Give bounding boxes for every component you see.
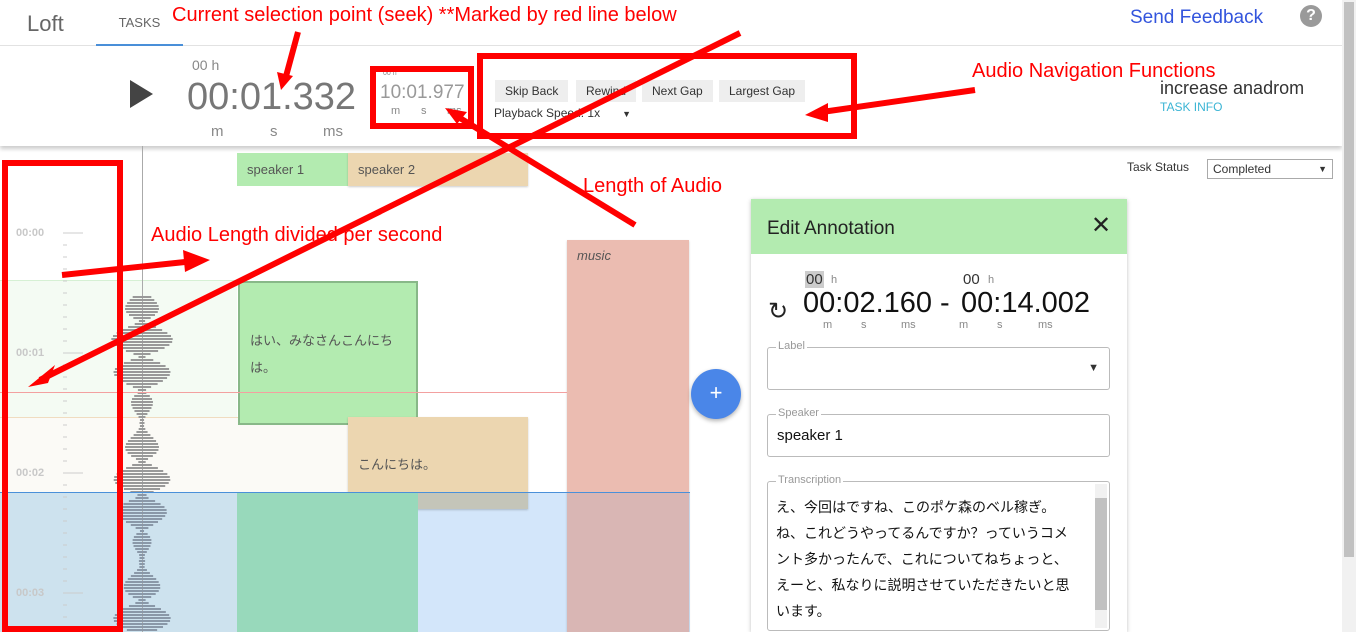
annotation-nav: Audio Navigation Functions [972, 60, 1216, 82]
annotation-arrow [282, 31, 301, 81]
annotation-seek: Current selection point (seek) **Marked … [172, 4, 677, 26]
annotation-arrow [61, 259, 186, 278]
annotation-arrow [38, 30, 742, 383]
annotation-per-second: Audio Length divided per second [151, 224, 443, 246]
annotation-box-timeline [2, 160, 123, 632]
annotation-overlay [2, 30, 976, 632]
annotation-length: Length of Audio [583, 175, 723, 197]
annotation-arrow [814, 87, 976, 116]
